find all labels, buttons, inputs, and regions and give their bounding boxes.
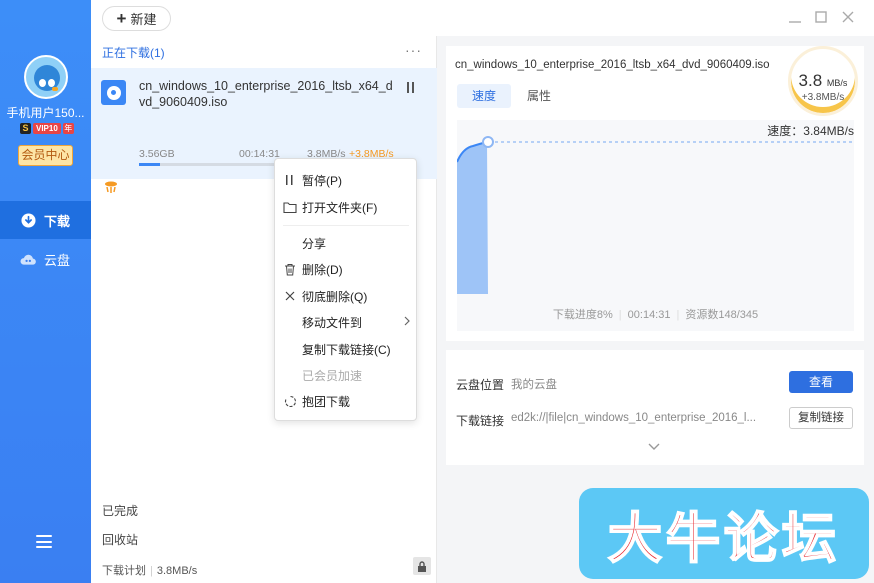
menu-item-label: 彻底删除(Q) <box>302 289 368 304</box>
menu-item-label: 抱团下载 <box>302 394 351 409</box>
menu-item-open-folder[interactable]: 打开文件夹(F) <box>275 196 416 218</box>
cloud-location-label: 云盘位置 <box>456 378 505 392</box>
download-plan-speed: 3.8MB/s <box>156 565 198 577</box>
iso-file-icon <box>101 80 126 105</box>
speed-chart-svg <box>457 136 854 294</box>
nav-item-label: 云盘 <box>44 252 71 268</box>
download-plan-label: 下载计划 <box>102 565 146 577</box>
chevron-down-icon[interactable] <box>648 440 660 454</box>
completed-link[interactable]: 已完成 <box>102 502 138 519</box>
speed-gauge: 3.8 MB/s +3.8MB/s <box>788 46 858 116</box>
cloud-icon <box>20 251 36 267</box>
top-bar: + 新建 <box>91 0 874 36</box>
menu-item-label: 删除(D) <box>302 262 343 277</box>
nav-item-cloud[interactable]: 云盘 <box>0 240 91 278</box>
tab-properties[interactable]: 属性 <box>516 84 562 108</box>
speed-unit: MB/s <box>826 78 848 88</box>
menu-item-delete-permanently[interactable]: 彻底删除(Q) <box>275 285 416 307</box>
trash-icon <box>283 262 297 276</box>
speed-chart: 速度：3.84MB/s 下载进度8% | 00:14:31 | 资源数148/345 <box>457 120 854 331</box>
menu-item-label: 打开文件夹(F) <box>302 200 378 215</box>
download-progress-fill <box>139 163 160 166</box>
detail-panel: cn_windows_10_enterprise_2016_ltsb_x64_d… <box>446 46 864 341</box>
detail-filename: cn_windows_10_enterprise_2016_ltsb_x64_d… <box>455 59 770 71</box>
pause-icon <box>283 173 297 187</box>
menu-item-label: 分享 <box>302 236 327 251</box>
member-center-button[interactable]: 会员中心 <box>18 145 73 166</box>
context-menu: 暂停(P) 打开文件夹(F) 分享 删除(D) 彻底删除(Q) 移动文件到 复制… <box>274 158 417 421</box>
vip-year: 年 <box>62 122 74 134</box>
menu-item-pause[interactable]: 暂停(P) <box>275 169 416 191</box>
download-link-value[interactable]: ed2k://|file|cn_windows_10_enterprise_20… <box>511 412 756 424</box>
speed-area <box>457 142 488 294</box>
folder-icon <box>283 200 297 214</box>
chevron-right-icon <box>404 315 410 329</box>
download-link-label: 下载链接 <box>456 414 505 428</box>
view-button[interactable]: 查看 <box>789 371 853 393</box>
minimize-icon[interactable] <box>788 10 802 24</box>
cloud-panel: 云盘位置 我的云盘 查看 下载链接 ed2k://|file|cn_window… <box>446 350 864 465</box>
maximize-icon[interactable] <box>814 10 828 24</box>
copy-link-button[interactable]: 复制链接 <box>789 407 853 429</box>
chart-footer: 下载进度8% | 00:14:31 | 资源数148/345 <box>552 309 759 321</box>
avatar[interactable] <box>24 55 68 99</box>
group-icon <box>283 394 297 408</box>
vip-s-icon: S <box>20 122 31 134</box>
rocket-icon <box>103 180 119 194</box>
menu-item-copy-link[interactable]: 复制下载链接(C) <box>275 338 416 360</box>
download-size: 3.56GB <box>139 148 175 160</box>
speed-value: 3.8 <box>798 71 823 90</box>
downloading-header[interactable]: 正在下载(1) <box>102 44 165 61</box>
new-task-button[interactable]: + 新建 <box>102 6 171 31</box>
sources-text: 资源数148/345 <box>685 309 759 321</box>
watermark: 大牛论坛 <box>579 488 869 579</box>
speed-boost: +3.8MB/s <box>801 92 845 103</box>
watermark-text: 大牛论坛 <box>607 506 840 571</box>
close-icon[interactable] <box>841 10 855 24</box>
menu-item-label: 移动文件到 <box>302 315 363 330</box>
bird-icon <box>34 65 60 91</box>
progress-text: 下载进度8% <box>552 309 613 321</box>
menu-item-label: 复制下载链接(C) <box>302 342 391 357</box>
username[interactable]: 手机用户150... <box>0 104 91 121</box>
download-time-left: 00:14:31 <box>239 148 280 160</box>
menu-item-share[interactable]: 分享 <box>275 232 416 254</box>
nav-item-label: 下载 <box>44 213 71 229</box>
sidebar: 手机用户150... S VIP10 年 会员中心 下载 云盘 <box>0 0 91 583</box>
vip-badge: S VIP10 年 <box>20 122 74 134</box>
menu-item-label: 暂停(P) <box>302 173 342 188</box>
download-icon <box>20 212 36 228</box>
menu-item-vip-accelerated: 已会员加速 <box>275 364 416 386</box>
close-icon <box>283 289 297 303</box>
cloud-location-value: 我的云盘 <box>511 379 557 391</box>
time-text: 00:14:31 <box>627 309 671 321</box>
new-task-label: 新建 <box>130 12 157 27</box>
download-filename: cn_windows_10_enterprise_2016_ltsb_x64_d… <box>139 79 393 109</box>
lock-icon[interactable] <box>413 557 431 575</box>
tab-speed[interactable]: 速度 <box>457 84 511 108</box>
plus-icon: + <box>116 9 127 28</box>
menu-item-move-to[interactable]: 移动文件到 <box>275 311 416 333</box>
menu-item-delete[interactable]: 删除(D) <box>275 258 416 280</box>
more-options-icon[interactable]: ··· <box>405 42 422 58</box>
hamburger-menu-icon[interactable] <box>36 535 52 548</box>
download-plan[interactable]: 下载计划 | 3.8MB/s <box>102 562 197 578</box>
pause-icon[interactable] <box>407 82 414 93</box>
recycle-bin-link[interactable]: 回收站 <box>102 531 138 548</box>
speed-current-point <box>482 136 494 148</box>
menu-item-group-download[interactable]: 抱团下载 <box>275 390 416 412</box>
menu-item-label: 已会员加速 <box>302 368 363 383</box>
vip-level: VIP10 <box>33 122 61 134</box>
nav-item-download[interactable]: 下载 <box>0 201 91 239</box>
